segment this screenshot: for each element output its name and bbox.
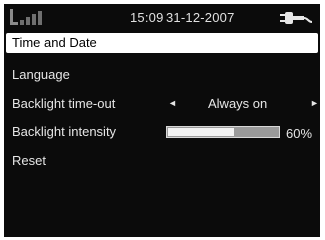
menu-item-language[interactable]: Language <box>6 65 318 85</box>
status-bar: 15:09 31-12-2007 <box>4 4 320 30</box>
status-date: 31-12-2007 <box>166 10 235 25</box>
menu-item-label: Reset <box>12 153 46 168</box>
menu-item-label: Backlight time-out <box>12 96 116 111</box>
device-screen: 15:09 31-12-2007 Time and Date Language … <box>4 4 320 237</box>
arrow-right-icon[interactable]: ► <box>310 98 319 108</box>
menu-title-time-and-date[interactable]: Time and Date <box>6 33 318 53</box>
backlight-timeout-value: Always on <box>208 96 268 111</box>
menu-title-label: Time and Date <box>12 35 97 50</box>
menu-item-backlight-timeout[interactable]: Backlight time-out ◄ Always on ► <box>6 94 319 114</box>
status-time: 15:09 <box>130 10 164 25</box>
signal-bars-icon <box>10 9 42 25</box>
arrow-left-icon[interactable]: ◄ <box>168 98 177 108</box>
intensity-slider-fill <box>168 128 234 136</box>
intensity-slider[interactable] <box>166 126 280 138</box>
menu-item-label: Language <box>12 67 70 82</box>
battery-charging-icon <box>280 12 313 24</box>
menu-item-label: Backlight intensity <box>12 124 117 139</box>
menu-item-reset[interactable]: Reset <box>6 151 318 171</box>
intensity-percent: 60% <box>286 126 313 141</box>
menu-item-backlight-intensity[interactable]: Backlight intensity 60% <box>6 122 318 142</box>
